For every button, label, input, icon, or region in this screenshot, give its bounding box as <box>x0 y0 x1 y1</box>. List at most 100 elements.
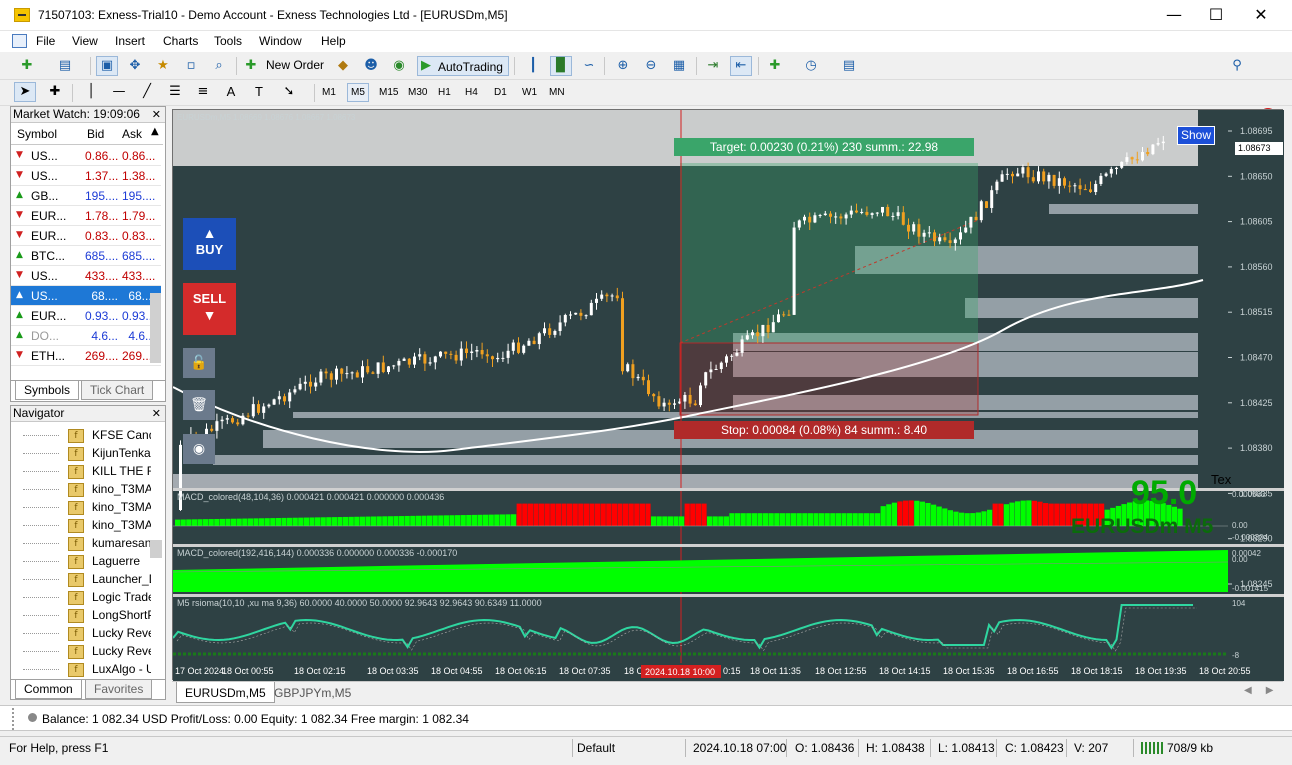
chart-shift-icon[interactable]: ⇤ <box>730 56 752 76</box>
buy-button[interactable]: ▲ BUY <box>183 218 236 270</box>
vertical-line-icon[interactable]: │ <box>80 82 102 102</box>
text-icon[interactable]: A <box>220 82 242 102</box>
new-chart-icon[interactable]: ✚ <box>16 56 38 76</box>
sell-button[interactable]: SELL ▼ <box>183 283 236 335</box>
tab-scroll-icons[interactable]: ◀▶ <box>1244 685 1287 696</box>
eye-icon[interactable]: ◉ <box>183 434 215 464</box>
bar-chart-icon[interactable]: ┃ <box>522 56 544 76</box>
menu-file[interactable]: File <box>36 33 55 50</box>
chart-canvas[interactable]: 1.08695 1.08650 1.08605 1.08560 1.08515 1.084… <box>173 110 1284 681</box>
sell-label: SELL <box>192 291 227 306</box>
menu-insert[interactable]: Insert <box>115 33 145 50</box>
arrow-down-icon: ▼ <box>16 150 23 160</box>
market-watch-row[interactable]: ▼ ETH... 269.... 269.... <box>11 346 161 366</box>
strategy-tester-icon[interactable]: ⌕ <box>208 56 230 76</box>
macd1-bar <box>275 518 281 526</box>
timeframe-m5[interactable]: M5 <box>347 83 369 102</box>
zoom-out-icon[interactable]: ⊖ <box>640 56 662 76</box>
horizontal-line-icon[interactable]: — <box>108 82 130 102</box>
market-watch-icon[interactable]: ▣ <box>96 56 118 76</box>
tab-favorites[interactable]: Favorites <box>85 680 153 699</box>
profiles-icon[interactable]: ▤ <box>54 56 76 76</box>
navigator-icon[interactable]: ★ <box>152 56 174 76</box>
menu-help[interactable]: Help <box>321 33 346 50</box>
timeframe-mn[interactable]: MN <box>545 83 569 102</box>
tab-tick-chart[interactable]: Tick Chart <box>81 381 154 400</box>
menu-view[interactable]: View <box>72 33 98 50</box>
search-icon[interactable]: ⚲ <box>1226 56 1248 76</box>
crosshair-icon[interactable]: ✚ <box>44 82 66 102</box>
scrollbar-thumb[interactable] <box>150 293 161 363</box>
timeframe-d1[interactable]: D1 <box>490 83 511 102</box>
market-watch-symbol: EUR... <box>31 309 67 323</box>
zoom-in-icon[interactable]: ⊕ <box>612 56 634 76</box>
market-watch-row[interactable]: ▼ US... 1.37... 1.38... <box>11 166 161 186</box>
menu-charts[interactable]: Charts <box>163 33 198 50</box>
market-watch-row[interactable]: ▲ GB... 195.... 195.... <box>11 186 161 206</box>
autotrading-button[interactable]: ▶ AutoTrading <box>417 56 509 76</box>
timeframe-h1[interactable]: H1 <box>434 83 455 102</box>
unlock-icon[interactable]: 🔓 <box>183 348 215 378</box>
column-symbol[interactable]: Symbol <box>17 127 57 141</box>
market-watch-row[interactable]: ▼ US... 433.... 433.... <box>11 266 161 286</box>
tab-symbols[interactable]: Symbols <box>15 381 80 400</box>
candle-body <box>225 418 229 420</box>
timeframe-m1[interactable]: M1 <box>318 83 340 102</box>
scrollbar-thumb[interactable] <box>150 540 162 558</box>
market-watch-row[interactable]: ▲ EUR... 0.93... 0.93... <box>11 306 161 326</box>
macd1-bar <box>880 506 886 526</box>
fibonacci-icon[interactable]: ≡ <box>192 82 214 102</box>
text-label-icon[interactable]: T <box>248 82 270 102</box>
equidistant-channel-icon[interactable]: ☰ <box>164 82 186 102</box>
column-bid[interactable]: Bid <box>87 127 104 141</box>
timeframe-m15[interactable]: M15 <box>375 83 402 102</box>
templates-icon[interactable]: ▤ <box>838 56 860 76</box>
tab-eurusdm-m5[interactable]: EURUSDm,M5 <box>176 682 275 703</box>
tab-common[interactable]: Common <box>15 680 82 699</box>
market-watch-row[interactable]: ▲ BTC... 685.... 685.... <box>11 246 161 266</box>
market-watch-row[interactable]: ▲ DO... 4.6... 4.6... <box>11 326 161 346</box>
tile-windows-icon[interactable]: ▦ <box>668 56 690 76</box>
market-watch-row[interactable]: ▲ US... 68.... 68.... <box>11 286 161 306</box>
auto-scroll-icon[interactable]: ⇥ <box>702 56 724 76</box>
trash-icon[interactable]: 🗑 <box>183 390 215 420</box>
candle-body <box>667 402 671 405</box>
minimize-button[interactable]: — <box>1151 0 1197 30</box>
candlestick-icon[interactable]: ▉ <box>550 56 572 76</box>
new-order-icon[interactable]: ✚ <box>240 56 262 76</box>
close-icon[interactable]: ✕ <box>152 107 161 122</box>
menu-window[interactable]: Window <box>259 33 302 50</box>
signal-radio-icon[interactable]: ◉ <box>388 56 410 76</box>
market-watch-row[interactable]: ▼ EUR... 1.78... 1.79... <box>11 206 161 226</box>
market-watch-symbol: US... <box>31 169 58 183</box>
market-watch-row[interactable]: ▼ EUR... 0.83... 0.83... <box>11 226 161 246</box>
metaeditor-icon[interactable]: ◆ <box>332 56 354 76</box>
show-button[interactable]: Show <box>1177 126 1215 145</box>
maximize-button[interactable]: ☐ <box>1193 0 1239 30</box>
terminal-icon[interactable]: ▫ <box>180 56 202 76</box>
scroll-up-icon[interactable]: ▲ <box>151 126 159 137</box>
column-ask[interactable]: Ask <box>122 127 142 141</box>
data-window-icon[interactable]: ✥ <box>124 56 146 76</box>
trendline-icon[interactable]: ╱ <box>136 82 158 102</box>
tab-gbpjpym-m5[interactable]: GBPJPYm,M5 <box>274 686 351 700</box>
cursor-icon[interactable]: ➤ <box>14 82 36 102</box>
chart-window[interactable]: 1.08695 1.08650 1.08605 1.08560 1.08515 1.084… <box>172 109 1284 681</box>
new-order-button[interactable]: New Order <box>266 58 324 72</box>
line-chart-icon[interactable]: ∽ <box>578 56 600 76</box>
profile-name[interactable]: Default <box>577 741 615 755</box>
indicators-icon[interactable]: ✚ <box>764 56 786 76</box>
grip-handle[interactable] <box>12 708 18 730</box>
arrows-icon[interactable]: ➘ <box>278 82 300 102</box>
timeframe-h4[interactable]: H4 <box>461 83 482 102</box>
timeframe-m30[interactable]: M30 <box>404 83 431 102</box>
pane-separator <box>173 594 1284 597</box>
close-icon[interactable]: ✕ <box>152 406 161 421</box>
market-watch-row[interactable]: ▼ US... 0.86... 0.86... <box>11 146 161 166</box>
signals-icon[interactable]: ☻ <box>360 56 382 76</box>
macd1-bar <box>763 513 769 526</box>
menu-tools[interactable]: Tools <box>214 33 242 50</box>
timeframe-w1[interactable]: W1 <box>518 83 541 102</box>
periods-icon[interactable]: ◷ <box>800 56 822 76</box>
close-button[interactable]: ✕ <box>1238 0 1284 30</box>
